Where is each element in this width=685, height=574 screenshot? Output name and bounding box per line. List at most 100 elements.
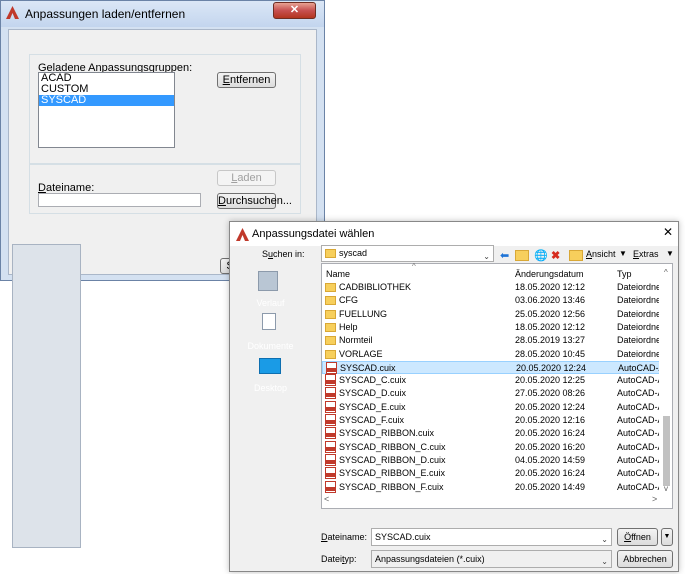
back-arrow-icon[interactable]: ⬅ — [500, 249, 509, 262]
file-row[interactable]: SYSCAD_RIBBON_C.cuix 20.05.2020 16:20 Auto… — [322, 440, 659, 454]
column-header-type[interactable]: Typ — [617, 269, 632, 279]
dropdown-arrow-icon[interactable]: ▼ — [666, 249, 674, 258]
file-date: 28.05.2020 10:45 — [515, 348, 586, 359]
tools-menu-label: xtras — [639, 249, 659, 259]
file-type: Dateiordner — [617, 335, 659, 346]
dialog2-title: Anpassungsdatei wählen — [252, 228, 375, 240]
file-row[interactable]: SYSCAD_RIBBON_E.cuix 20.05.2020 16:24 Auto… — [322, 467, 659, 480]
list-item-selected[interactable]: SYSCAD — [39, 95, 174, 106]
dialog1-close-button[interactable]: ✕ — [273, 2, 316, 19]
delete-icon[interactable]: ✖ — [551, 249, 560, 262]
file-name: Normteil — [339, 335, 373, 346]
dropdown-arrow-icon: ▼ — [663, 533, 671, 540]
file-name: VORLAGE — [339, 348, 383, 359]
file-date: 25.05.2020 12:56 — [515, 308, 586, 319]
open-options-button[interactable]: ▼ — [661, 528, 673, 546]
column-header-date[interactable]: Änderungsdatum — [515, 269, 584, 279]
open-button[interactable]: Öffnen — [617, 528, 658, 546]
tools-menu[interactable]: Extras — [633, 249, 659, 259]
file-row[interactable]: SYSCAD_RIBBON.cuix 20.05.2020 16:24 AutoCA… — [322, 427, 659, 440]
file-row-selected[interactable]: SYSCAD.cuix 20.05.2020 12:24 AutoCAD-Anpas… — [322, 360, 659, 374]
cuix-file-icon — [325, 467, 336, 480]
browse-button[interactable]: Durchsuchen... — [217, 193, 292, 209]
file-row[interactable]: VORLAGE 28.05.2020 10:45 Dateiordner — [322, 348, 659, 361]
file-name: SYSCAD_RIBBON_D.cuix — [339, 454, 446, 465]
file-name: SYSCAD_D.cuix — [339, 388, 407, 399]
dialog1-title: Anpassungen laden/entfernen — [25, 7, 186, 21]
scroll-down-icon[interactable]: v — [664, 484, 668, 493]
file-date: 27.05.2020 08:26 — [515, 388, 586, 399]
file-type: AutoCAD-Anpassung — [617, 375, 659, 386]
file-type: Dateiordner — [617, 348, 659, 359]
dialog1-titlebar[interactable]: Anpassungen laden/entfernen ✕ — [1, 1, 324, 27]
open-button-label: ffnen — [631, 532, 651, 542]
file-row[interactable]: Normteil 28.05.2019 13:27 Dateiordner — [322, 334, 659, 347]
file-type: AutoCAD-Anpassung — [617, 481, 659, 492]
file-row[interactable]: SYSCAD_D.cuix 27.05.2020 08:26 AutoCAD-Anp… — [322, 387, 659, 400]
file-date: 20.05.2020 16:20 — [515, 441, 586, 452]
file-row[interactable]: CFG 03.06.2020 13:46 Dateiordner — [322, 294, 659, 307]
file-row[interactable]: FUELLUNG 25.05.2020 12:56 Dateiordner — [322, 308, 659, 321]
groups-listbox[interactable]: ACAD CUSTOM SYSCAD — [38, 72, 175, 148]
cancel-button[interactable]: Abbrechen — [617, 550, 673, 568]
file-row[interactable]: SYSCAD_C.cuix 20.05.2020 12:25 AutoCAD-Anp… — [322, 374, 659, 387]
filetype-label-pre: Datei — [321, 554, 343, 564]
cuix-file-icon — [325, 427, 336, 440]
file-date: 20.05.2020 12:16 — [515, 415, 586, 425]
file-row[interactable]: SYSCAD_RIBBON_D.cuix 04.05.2020 14:59 Auto… — [322, 453, 659, 467]
up-folder-icon[interactable] — [515, 250, 529, 261]
dropdown-arrow-icon[interactable]: ▼ — [619, 249, 627, 258]
scroll-right-icon[interactable]: > — [652, 494, 657, 504]
views-menu[interactable]: Ansicht — [586, 249, 616, 259]
history-icon[interactable] — [258, 271, 278, 291]
column-header-name[interactable]: Name — [326, 269, 350, 279]
filetype-select[interactable]: Anpassungsdateien (*.cuix) ⌄ — [371, 550, 612, 568]
file-name: SYSCAD_RIBBON_E.cuix — [339, 468, 446, 479]
close-icon: ✕ — [289, 4, 300, 16]
file-date: 20.05.2020 16:24 — [515, 468, 586, 479]
file-name: SYSCAD_RIBBON_F.cuix — [339, 481, 444, 492]
vertical-scrollbar-thumb[interactable] — [663, 416, 670, 486]
place-desktop-label[interactable]: Desktop — [236, 383, 305, 393]
file-rows: CADBIBLIOTHEK 18.05.2020 12:12 Dateiordner… — [322, 281, 659, 494]
new-folder-icon[interactable] — [569, 250, 583, 261]
place-history-label[interactable]: Verlauf — [236, 298, 305, 308]
desktop-icon[interactable] — [259, 358, 281, 374]
lookin-value: syscad — [339, 248, 368, 258]
filename-combo[interactable]: SYSCAD.cuix ⌄ — [371, 528, 612, 546]
file-type: Dateiordner — [617, 295, 659, 306]
filename-input[interactable] — [38, 193, 201, 207]
cuix-file-icon — [325, 440, 336, 453]
file-row[interactable]: SYSCAD_F.cuix 20.05.2020 12:16 AutoCAD-Anp… — [322, 414, 659, 427]
browse-button-accel: D — [218, 195, 226, 207]
file-name: Help — [339, 321, 358, 332]
file-type: Dateiordner — [617, 282, 659, 292]
scroll-up-icon[interactable]: ^ — [664, 268, 668, 277]
scroll-left-icon[interactable]: < — [324, 494, 329, 504]
load-button-label: aden — [237, 172, 262, 184]
remove-button[interactable]: Entfernen — [217, 72, 276, 88]
file-date: 18.05.2020 12:12 — [515, 282, 586, 292]
file-row[interactable]: Help 18.05.2020 12:12 Dateiordner — [322, 321, 659, 334]
file-row[interactable]: CADBIBLIOTHEK 18.05.2020 12:12 Dateiordner — [322, 281, 659, 294]
cuix-file-icon — [325, 400, 336, 413]
file-name: FUELLUNG — [339, 308, 388, 319]
file-name: SYSCAD_E.cuix — [339, 401, 406, 412]
lookin-select[interactable]: syscad ⌄ — [321, 245, 494, 262]
documents-icon[interactable] — [262, 313, 276, 330]
search-web-icon[interactable]: 🌐 — [534, 249, 548, 262]
file-row[interactable]: SYSCAD_RIBBON_F.cuix 20.05.2020 14:49 Auto… — [322, 480, 659, 494]
horizontal-scrollbar[interactable]: < > — [322, 494, 659, 507]
file-type: AutoCAD-Anpassung — [618, 362, 659, 373]
file-date: 20.05.2020 12:24 — [515, 401, 586, 412]
file-date: 18.05.2020 12:12 — [515, 321, 586, 332]
load-button[interactable]: Laden — [217, 170, 276, 186]
file-date: 20.05.2020 12:24 — [516, 362, 587, 373]
file-type: AutoCAD-Anpassung — [617, 388, 659, 399]
file-row[interactable]: SYSCAD_E.cuix 20.05.2020 12:24 AutoCAD-Anp… — [322, 400, 659, 414]
place-documents-label[interactable]: Dokumente — [236, 341, 305, 351]
autocad-logo-icon — [236, 228, 249, 241]
close-icon[interactable]: ✕ — [663, 225, 673, 239]
filename-label-2: Dateiname: — [321, 532, 367, 542]
cancel-button-label: Abbrechen — [623, 554, 667, 564]
